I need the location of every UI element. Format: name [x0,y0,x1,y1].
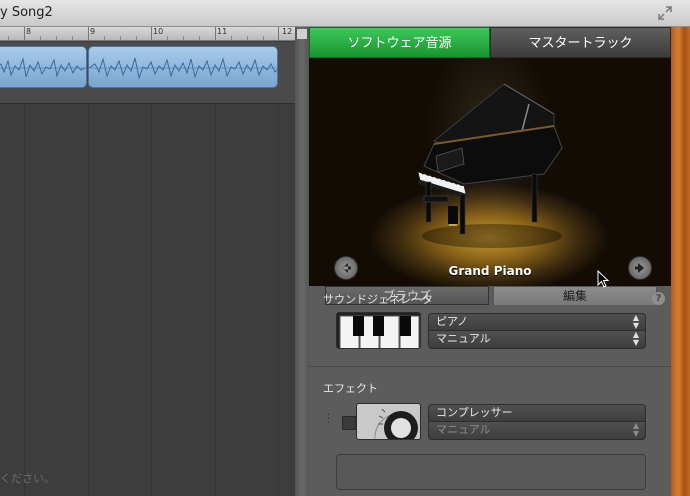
mouse-cursor-icon [597,270,610,288]
updown-arrows-icon: ▲ ▼ [632,313,639,330]
tab-edit[interactable]: 編集 [493,286,657,305]
grand-piano-image [417,83,563,248]
sound-generator-preset-select[interactable]: マニュアル ▲ ▼ [428,331,646,349]
inspector-tabs: ソフトウェア音源 マスタートラック [309,27,671,58]
effect-preset-value: マニュアル [436,423,491,436]
app-window: y Song2 8 9 10 11 12 ください。 ソフトウェア音源 マスター… [0,0,690,496]
title-bar: y Song2 [0,0,690,27]
effects-heading: エフェクト [323,382,378,395]
updown-arrows-icon: ▲ ▼ [632,421,639,438]
audio-region[interactable] [0,46,87,88]
track-lane[interactable] [0,42,295,104]
compressor-knob-icon [357,404,420,439]
ruler-bar-label: 10 [153,27,164,36]
tracks-area[interactable]: 8 9 10 11 12 ください。 [0,27,295,496]
effect-preset-select[interactable]: マニュアル ▲ ▼ [428,422,646,440]
instrument-name: Grand Piano [448,264,532,278]
drop-hint-text: ください。 [0,472,55,485]
tab-master-track[interactable]: マスタートラック [490,27,671,58]
ruler-bar-label: 11 [217,27,228,36]
ruler-bar-label: 8 [26,27,32,36]
sound-generator-heading: サウンドジェネレータ [323,293,433,306]
ruler-handle-icon [297,29,307,39]
sound-generator-preset-value: マニュアル [436,332,491,345]
sound-generator-select[interactable]: ピアノ ▲ ▼ [428,313,646,331]
waveform [0,57,86,78]
help-icon[interactable]: ? [652,292,665,305]
compressor-thumbnail[interactable] [356,403,421,440]
panel-splitter[interactable] [295,27,309,496]
ruler-bar-label: 9 [90,27,96,36]
waveform [89,57,277,80]
tab-software-instrument[interactable]: ソフトウェア音源 [309,27,490,58]
fullscreen-icon[interactable] [658,6,672,20]
empty-effect-slot[interactable] [336,454,646,490]
sound-generator-value: ピアノ [436,315,469,328]
sound-generator-thumbnail[interactable] [336,312,421,349]
drag-handle-icon[interactable]: · · · [327,411,331,429]
updown-arrows-icon: ▲ ▼ [632,330,639,347]
instrument-stage: Grand Piano [309,58,671,286]
inspector-panel: ソフトウェア音源 マスタートラック Grand Piano ブラウズ 編集 サウ… [309,27,671,496]
effect-select[interactable]: コンプレッサー [428,404,646,422]
audio-region[interactable] [88,46,278,88]
window-title: y Song2 [0,5,53,20]
piano-keys-image [337,313,420,348]
timeline-ruler[interactable]: 8 9 10 11 12 [0,27,295,41]
wood-panel-edge [671,27,690,496]
effect-enable-toggle[interactable] [342,416,356,430]
effect-value: コンプレッサー [436,406,513,419]
ruler-bar-label: 12 [282,27,293,36]
